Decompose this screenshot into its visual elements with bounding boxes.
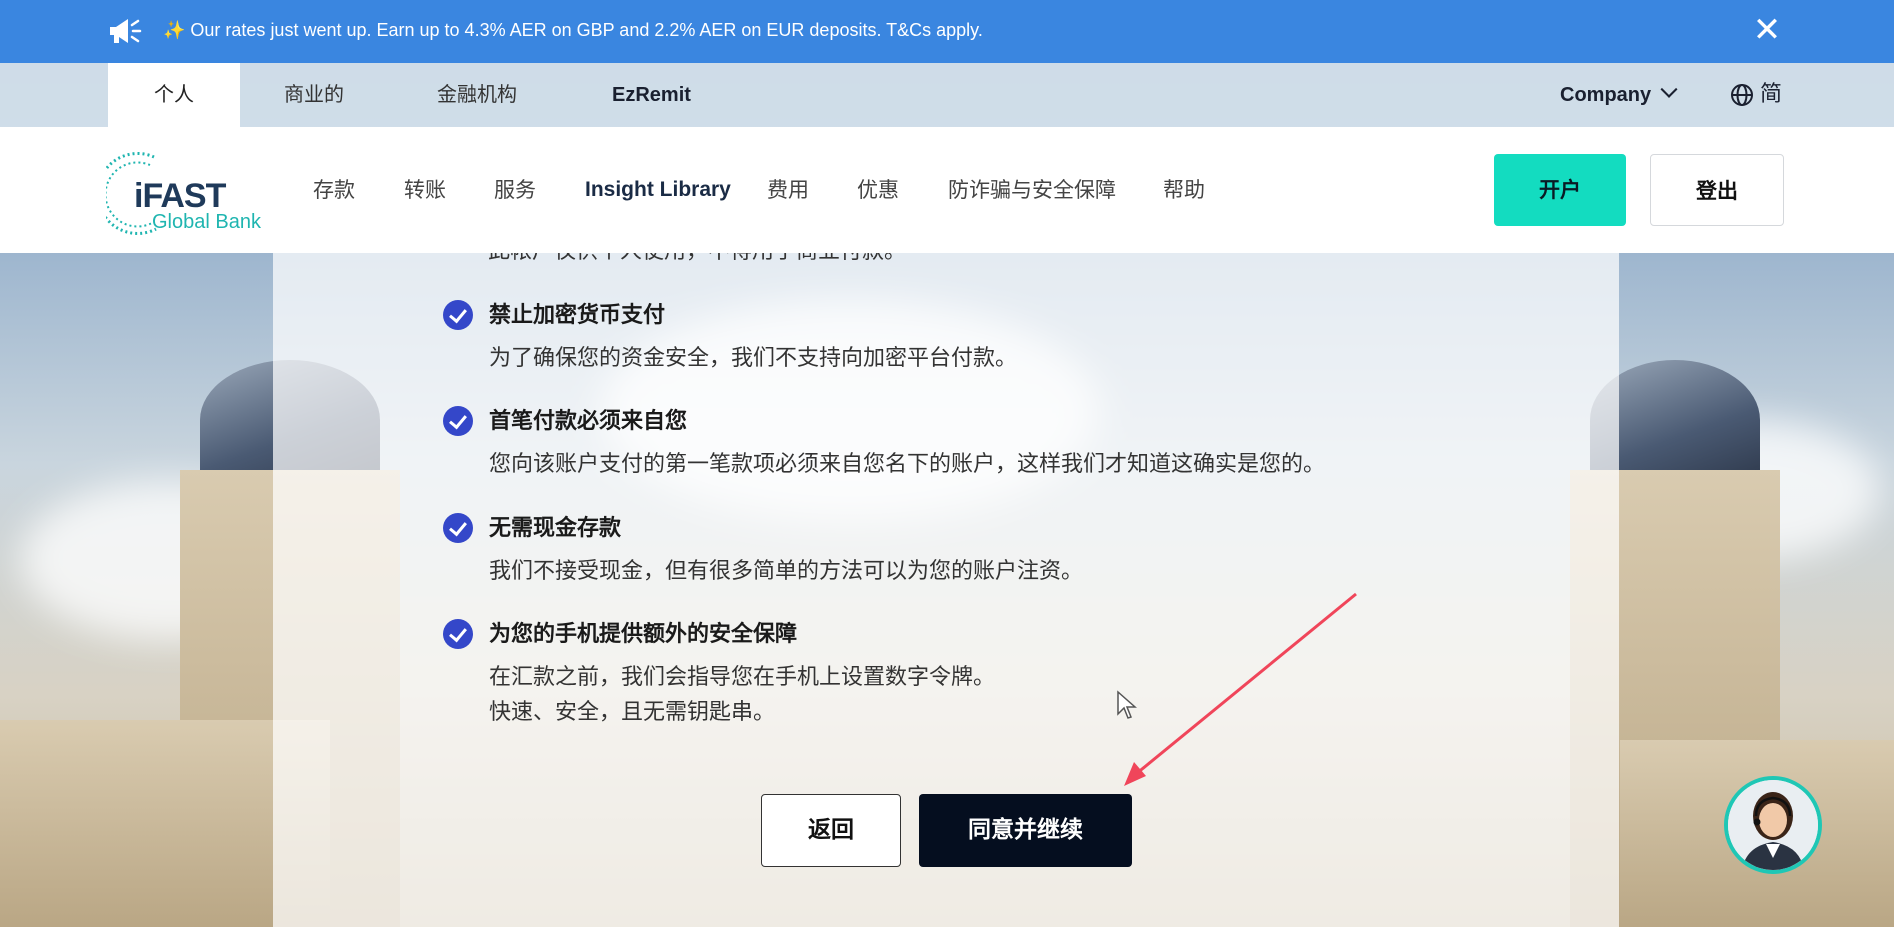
agree-continue-button[interactable]: 同意并继续 bbox=[919, 794, 1132, 867]
terms-panel: 此帐户仅供个人使用，不得用于商业付款。 禁止加密货币支付 为了确保您的资金安全，… bbox=[273, 253, 1619, 927]
item-title: 首笔付款必须来自您 bbox=[489, 409, 688, 434]
close-icon[interactable]: ✕ bbox=[1752, 13, 1782, 47]
item-description: 在汇款之前，我们会指导您在手机上设置数字令牌。 快速、安全，且无需钥匙串。 bbox=[489, 660, 995, 730]
logo-subtext: Global Bank bbox=[152, 211, 261, 233]
segment-financial-institutions[interactable]: 金融机构 bbox=[437, 63, 517, 127]
nav-help[interactable]: 帮助 bbox=[1163, 127, 1205, 253]
segment-ezremit[interactable]: EzRemit bbox=[612, 63, 691, 127]
open-account-button[interactable]: 开户 bbox=[1494, 154, 1626, 226]
nav-fraud-security[interactable]: 防诈骗与安全保障 bbox=[948, 127, 1116, 253]
checkmark-icon bbox=[443, 513, 473, 543]
item-description: 您向该账户支付的第一笔款项必须来自您名下的账户，这样我们才知道这确实是您的。 bbox=[489, 452, 1326, 477]
main-header: iFAST Global Bank 存款 转账 服务 Insight Libra… bbox=[0, 127, 1894, 253]
checkmark-icon bbox=[443, 300, 473, 330]
partial-text: 此帐户仅供个人使用，不得用于商业付款。 bbox=[488, 253, 906, 265]
item-description: 为了确保您的资金安全，我们不支持向加密平台付款。 bbox=[489, 346, 1018, 371]
nav-services[interactable]: 服务 bbox=[494, 127, 536, 253]
checkmark-icon bbox=[443, 619, 473, 649]
globe-icon bbox=[1731, 84, 1753, 106]
item-title: 无需现金存款 bbox=[489, 516, 622, 541]
segment-personal[interactable]: 个人 bbox=[108, 63, 240, 127]
announcement-text: ✨ Our rates just went up. Earn up to 4.3… bbox=[163, 20, 983, 40]
company-dropdown[interactable]: Company bbox=[1560, 63, 1678, 127]
segment-business[interactable]: 商业的 bbox=[284, 63, 344, 127]
support-agent-avatar[interactable] bbox=[1724, 776, 1822, 874]
chevron-down-icon bbox=[1660, 80, 1678, 98]
mouse-cursor-icon bbox=[1117, 690, 1137, 719]
checkmark-icon bbox=[443, 406, 473, 436]
megaphone-icon bbox=[110, 19, 142, 43]
item-title: 禁止加密货币支付 bbox=[489, 303, 666, 328]
nav-offers[interactable]: 优惠 bbox=[857, 127, 899, 253]
nav-deposits[interactable]: 存款 bbox=[313, 127, 355, 253]
back-button[interactable]: 返回 bbox=[761, 794, 901, 867]
item-description: 我们不接受现金，但有很多简单的方法可以为您的账户注资。 bbox=[489, 559, 1084, 584]
language-label: 简 bbox=[1760, 82, 1783, 107]
logout-button[interactable]: 登出 bbox=[1650, 154, 1784, 226]
announcement-bar: ✨ Our rates just went up. Earn up to 4.3… bbox=[0, 0, 1894, 63]
item-title: 为您的手机提供额外的安全保障 bbox=[489, 622, 798, 647]
nav-transfers[interactable]: 转账 bbox=[404, 127, 446, 253]
nav-insight-library[interactable]: Insight Library bbox=[585, 127, 731, 253]
company-label: Company bbox=[1560, 84, 1652, 106]
segment-nav: 个人 商业的 金融机构 EzRemit Company 简 bbox=[0, 63, 1894, 127]
ifast-logo[interactable]: iFAST Global Bank bbox=[106, 149, 276, 239]
item-description-line: 在汇款之前，我们会指导您在手机上设置数字令牌。 bbox=[489, 665, 996, 690]
nav-fees[interactable]: 费用 bbox=[767, 127, 809, 253]
language-switcher[interactable]: 简 bbox=[1730, 63, 1782, 127]
item-description-line: 快速、安全，且无需钥匙串。 bbox=[489, 700, 776, 725]
